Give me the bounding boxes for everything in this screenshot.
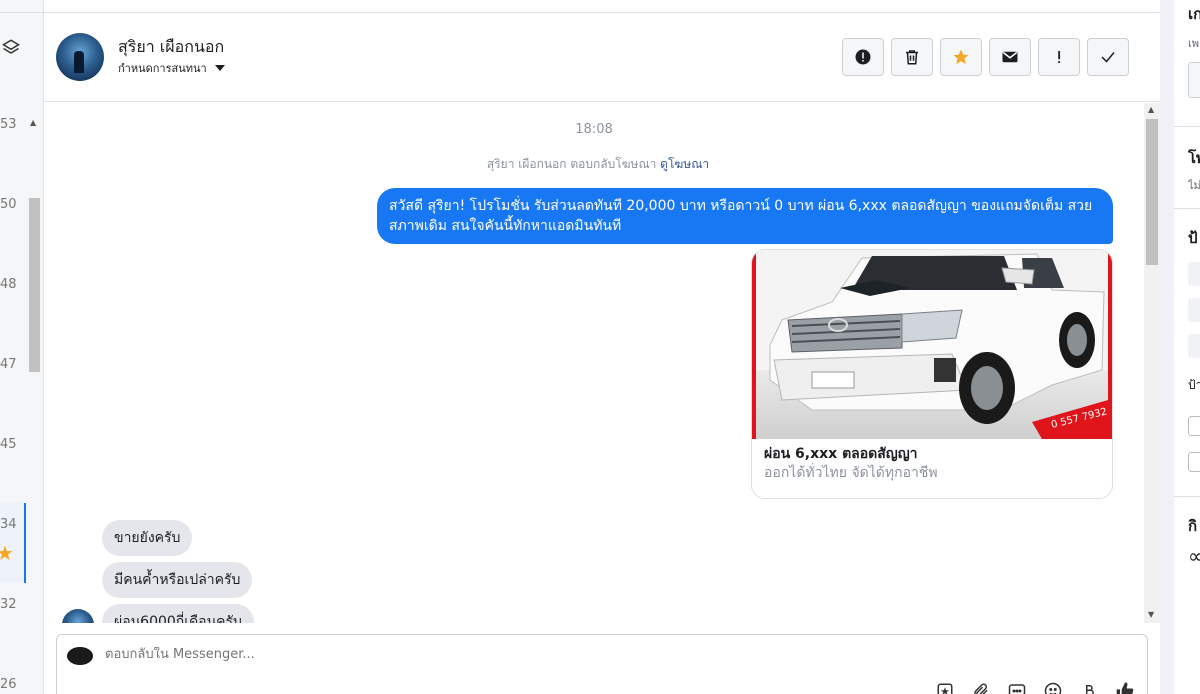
- panel-symbol: ∞: [1188, 544, 1200, 568]
- delete-button[interactable]: [891, 38, 933, 76]
- check-icon: [1101, 52, 1115, 63]
- scroll-up-arrow-icon[interactable]: ▲: [30, 118, 36, 127]
- divider: [1174, 126, 1200, 127]
- mark-done-button[interactable]: [1087, 38, 1129, 76]
- panel-heading: โพ: [1188, 149, 1200, 167]
- panel-heading: กิ: [1188, 517, 1198, 535]
- ad-reply-note: สุริยา เผือกนอก ตอบกลับโฆษณา ดูโฆษณา: [44, 155, 1144, 174]
- list-item-count[interactable]: 45: [0, 437, 17, 452]
- reply-composer: [56, 634, 1148, 694]
- conversation-toolbar: [842, 38, 1129, 76]
- avatar[interactable]: [56, 33, 104, 81]
- mark-unread-button[interactable]: [989, 38, 1031, 76]
- assign-conversation-dropdown[interactable]: กำหนดการสนทนา: [118, 59, 225, 77]
- layers-icon[interactable]: [2, 38, 20, 56]
- contact-details-panel: เก เพ โพ ไม่ ป้ ป้า กิ ∞: [1160, 0, 1200, 694]
- trash-icon: [906, 50, 918, 65]
- message-scrollbar-thumb[interactable]: [1146, 119, 1158, 265]
- divider: [1174, 496, 1200, 497]
- exclamation-icon: [1058, 51, 1061, 63]
- divider: [0, 12, 44, 13]
- panel-field[interactable]: [1188, 298, 1200, 322]
- list-item-count[interactable]: 32: [0, 597, 17, 612]
- saved-reply-icon[interactable]: [935, 681, 955, 694]
- panel-checkbox[interactable]: [1188, 452, 1200, 472]
- panel-gutter: [1160, 0, 1174, 694]
- reply-input[interactable]: [105, 647, 1005, 662]
- composer-actions: [935, 681, 1135, 694]
- panel-subtext: ไม่: [1188, 179, 1200, 192]
- inbox-screen: 53 50 48 47 45 34 ★ 32 26 ▲ สุริยา เผือก…: [0, 0, 1200, 694]
- payment-icon[interactable]: [1079, 681, 1099, 694]
- panel-label: ป้า: [1188, 378, 1200, 392]
- active-conversation-indicator: [24, 503, 26, 583]
- message-timestamp: 18:08: [575, 122, 613, 137]
- panel-button[interactable]: [1188, 62, 1200, 98]
- avatar[interactable]: [62, 609, 94, 623]
- assign-conversation-label: กำหนดการสนทนา: [118, 62, 207, 75]
- star-icon: ★: [0, 541, 14, 565]
- message-scrollbar[interactable]: ▲ ▼: [1144, 103, 1160, 623]
- ad-reply-text: สุริยา เผือกนอก ตอบกลับโฆษณา: [486, 157, 657, 171]
- ad-preview-card[interactable]: 0 557 7932 ผ่อน 6,xxx ตลอดสัญญา ออกได้ทั…: [751, 249, 1113, 499]
- message-thread: 18:08 สุริยา เผือกนอก ตอบกลับโฆษณา ดูโฆษ…: [44, 103, 1144, 623]
- panel-field[interactable]: [1188, 334, 1200, 358]
- emoji-icon[interactable]: [1043, 681, 1063, 694]
- list-item-count[interactable]: 26: [0, 677, 17, 692]
- incoming-message: ขายยังครับ: [102, 520, 193, 556]
- divider: [1174, 208, 1200, 209]
- panel-heading: เก: [1188, 5, 1200, 23]
- page-avatar: [67, 647, 93, 665]
- list-item-count[interactable]: 34: [0, 517, 17, 532]
- ad-image: 0 557 7932: [752, 250, 1112, 439]
- list-item-count[interactable]: 53: [0, 117, 17, 132]
- list-scrollbar-thumb[interactable]: [29, 198, 40, 372]
- list-item-count[interactable]: 50: [0, 197, 17, 212]
- view-ad-link[interactable]: ดูโฆษณา: [660, 157, 709, 171]
- alert-circle-icon: [855, 49, 871, 65]
- caret-down-icon: [214, 65, 225, 71]
- envelope-icon: [1002, 51, 1018, 63]
- panel-field[interactable]: [1188, 262, 1200, 286]
- star-button[interactable]: [940, 38, 982, 76]
- conversation-list: 53 50 48 47 45 34 ★ 32 26 ▲: [0, 0, 44, 694]
- contact-name[interactable]: สุริยา เผือกนอก: [118, 35, 224, 60]
- incoming-message: ผ่อน6000กี่เดือนครับ: [102, 604, 254, 623]
- scroll-up-arrow-icon[interactable]: ▲: [1148, 105, 1154, 114]
- list-item-count[interactable]: 47: [0, 357, 17, 372]
- incoming-message: มีคนค้ำหรือเปล่าครับ: [102, 562, 253, 598]
- panel-subtext: เพ: [1188, 37, 1200, 50]
- outgoing-message: สวัสดี สุริยา! โปรโมชั่น รับส่วนลดทันที …: [377, 188, 1113, 244]
- chat-header: สุริยา เผือกนอก กำหนดการสนทนา: [44, 12, 1160, 102]
- pickup-truck-image: 0 557 7932: [752, 250, 1112, 439]
- star-icon: [953, 49, 969, 65]
- attachment-icon[interactable]: [971, 681, 991, 694]
- scroll-down-arrow-icon[interactable]: ▼: [1148, 610, 1154, 619]
- thumbs-up-icon[interactable]: [1115, 681, 1135, 694]
- mark-spam-button[interactable]: [842, 38, 884, 76]
- follow-up-button[interactable]: [1038, 38, 1080, 76]
- panel-checkbox[interactable]: [1188, 416, 1200, 436]
- quick-reply-icon[interactable]: [1007, 681, 1027, 694]
- list-item-count[interactable]: 48: [0, 277, 17, 292]
- panel-heading: ป้: [1188, 229, 1198, 247]
- ad-subtitle: ออกได้ทั่วไทย จัดได้ทุกอาชีพ: [764, 465, 938, 481]
